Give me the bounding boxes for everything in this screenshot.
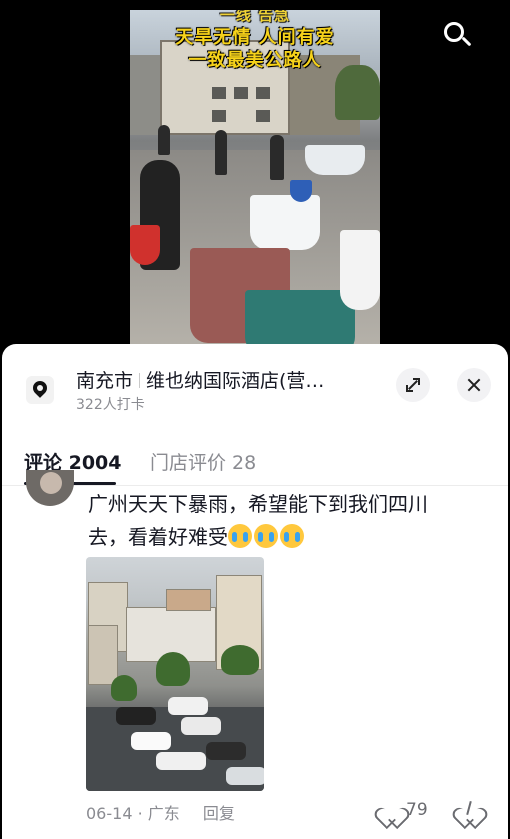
comment-text: 广州天天下暴雨，希望能下到我们四川 去，看着好难受 bbox=[88, 488, 483, 554]
photo-car bbox=[181, 717, 221, 735]
location-name: 维也纳国际酒店(营… bbox=[146, 370, 325, 392]
photo-car bbox=[116, 707, 156, 725]
photo-car bbox=[168, 697, 208, 715]
heart-icon bbox=[380, 798, 402, 818]
video-person bbox=[215, 130, 227, 175]
video-player[interactable]: 一线 告急 天旱无情 人间有爱 一致最美公路人 bbox=[0, 0, 510, 355]
photo-building bbox=[88, 625, 118, 685]
photo-car bbox=[226, 767, 264, 785]
crying-emoji-icon bbox=[280, 524, 304, 548]
video-bucket bbox=[340, 230, 380, 310]
crying-emoji-icon bbox=[228, 524, 252, 548]
close-button[interactable] bbox=[457, 368, 491, 402]
comment-text-line1: 广州天天下暴雨，希望能下到我们四川 bbox=[88, 492, 428, 516]
video-window bbox=[212, 87, 226, 99]
video-person bbox=[270, 135, 284, 180]
video-window bbox=[256, 110, 270, 122]
tab-store-reviews[interactable]: 门店评价 28 bbox=[150, 448, 256, 475]
comment-date: 06-14 bbox=[86, 804, 133, 823]
crying-emoji-icon bbox=[254, 524, 278, 548]
video-window bbox=[212, 110, 226, 122]
comment-image[interactable] bbox=[86, 557, 264, 791]
avatar[interactable] bbox=[26, 470, 74, 506]
meta-dot: · bbox=[137, 804, 143, 823]
comment-meta: 06-14 · 广东 回复 bbox=[86, 800, 235, 824]
video-stool bbox=[130, 225, 160, 265]
video-bucket-blue bbox=[290, 180, 312, 202]
like-button[interactable]: 79 bbox=[380, 798, 428, 820]
reply-button[interactable]: 回复 bbox=[203, 804, 235, 823]
video-frame: 一线 告急 天旱无情 人间有爱 一致最美公路人 bbox=[130, 10, 380, 355]
video-bucket bbox=[305, 145, 365, 175]
comment-region: 广东 bbox=[147, 804, 180, 823]
tab-bar: 评论 2004 门店评价 28 bbox=[2, 444, 508, 486]
photo-car bbox=[206, 742, 246, 760]
video-tree bbox=[335, 65, 380, 120]
video-bucket bbox=[250, 195, 320, 250]
video-window bbox=[234, 87, 248, 99]
like-count: 79 bbox=[406, 800, 428, 820]
title-separator bbox=[139, 373, 141, 388]
video-person bbox=[158, 125, 170, 155]
photo-car bbox=[131, 732, 171, 750]
video-window bbox=[256, 87, 270, 99]
photo-tree bbox=[156, 652, 190, 686]
comment-sheet: 南充市 维也纳国际酒店(营… 322人打卡 评论 2004 门店评价 28 广州天… bbox=[2, 344, 508, 839]
checkin-count: 322人打卡 bbox=[76, 397, 145, 413]
expand-button[interactable] bbox=[396, 368, 430, 402]
comment-text-line2: 去，看着好难受 bbox=[88, 525, 228, 549]
photo-tree bbox=[221, 645, 259, 675]
location-pin-icon bbox=[26, 376, 54, 404]
photo-car bbox=[156, 752, 206, 770]
dislike-button[interactable] bbox=[458, 798, 482, 820]
location-city: 南充市 bbox=[76, 370, 134, 392]
search-button[interactable] bbox=[436, 14, 478, 56]
location-title[interactable]: 南充市 维也纳国际酒店(营… bbox=[76, 366, 324, 393]
video-caption-line2: 一致最美公路人 bbox=[188, 50, 322, 71]
photo-tree bbox=[111, 675, 137, 701]
photo-building bbox=[166, 589, 211, 611]
